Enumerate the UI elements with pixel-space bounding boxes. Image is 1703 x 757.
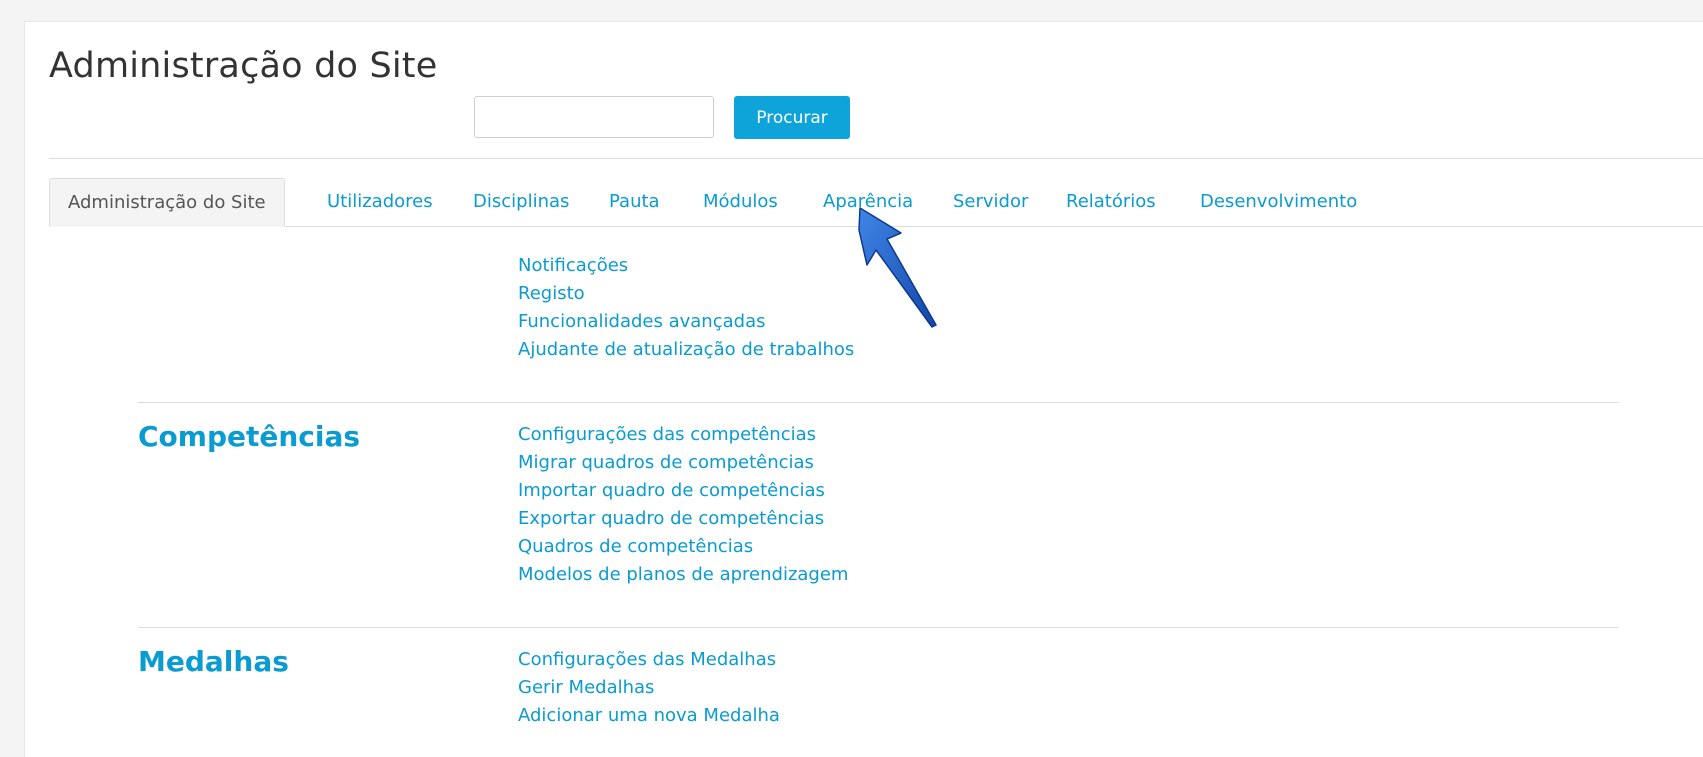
link-add-new-badge[interactable]: Adicionar uma nova Medalha [518, 702, 780, 730]
tab-appearance[interactable]: Aparência [823, 178, 913, 226]
tab-plugins[interactable]: Módulos [703, 178, 778, 226]
link-learning-plan-templates[interactable]: Modelos de planos de aprendizagem [518, 561, 848, 589]
tab-site-administration[interactable]: Administração do Site [49, 178, 285, 227]
link-competency-settings[interactable]: Configurações das competências [518, 421, 848, 449]
tab-bar: Administração do Site Utilizadores Disci… [49, 178, 1703, 227]
tab-reports[interactable]: Relatórios [1066, 178, 1156, 226]
search-button[interactable]: Procurar [734, 96, 850, 139]
tab-courses[interactable]: Disciplinas [473, 178, 569, 226]
page-container: Administração do Site Procurar Administr… [24, 21, 1703, 757]
section-badges-links: Configurações das Medalhas Gerir Medalha… [518, 646, 780, 730]
link-logging[interactable]: Registo [518, 280, 854, 308]
tab-development[interactable]: Desenvolvimento [1200, 178, 1357, 226]
link-export-framework[interactable]: Exportar quadro de competências [518, 505, 848, 533]
link-competency-frameworks[interactable]: Quadros de competências [518, 533, 848, 561]
section-divider [138, 627, 1619, 628]
section-heading-competencies[interactable]: Competências [138, 420, 360, 453]
search-input[interactable] [474, 96, 714, 138]
tab-grades[interactable]: Pauta [609, 178, 660, 226]
section-general-links: Notificações Registo Funcionalidades ava… [518, 252, 854, 364]
link-badge-settings[interactable]: Configurações das Medalhas [518, 646, 780, 674]
header-divider [49, 158, 1703, 159]
tab-users[interactable]: Utilizadores [327, 178, 433, 226]
section-competencies-links: Configurações das competências Migrar qu… [518, 421, 848, 589]
link-assignment-upgrade-helper[interactable]: Ajudante de atualização de trabalhos [518, 336, 854, 364]
link-import-framework[interactable]: Importar quadro de competências [518, 477, 848, 505]
link-advanced-features[interactable]: Funcionalidades avançadas [518, 308, 854, 336]
section-divider [138, 402, 1619, 403]
link-migrate-frameworks[interactable]: Migrar quadros de competências [518, 449, 848, 477]
page-title: Administração do Site [49, 46, 438, 86]
link-notifications[interactable]: Notificações [518, 252, 854, 280]
link-manage-badges[interactable]: Gerir Medalhas [518, 674, 780, 702]
section-heading-badges[interactable]: Medalhas [138, 645, 289, 678]
tab-server[interactable]: Servidor [953, 178, 1028, 226]
